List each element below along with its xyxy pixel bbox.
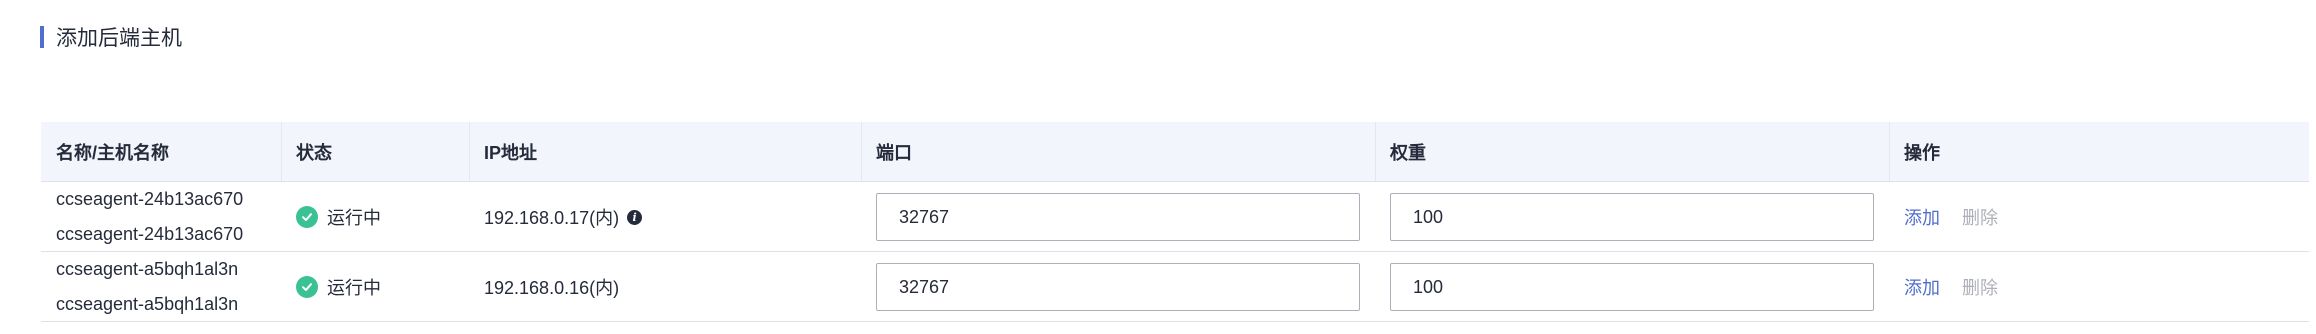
add-button[interactable]: 添加 (1904, 274, 1940, 300)
section-title-text: 添加后端主机 (56, 27, 182, 50)
table-row: ccseagent-24b13ac670 ccseagent-24b13ac67… (41, 182, 2309, 252)
check-circle-icon (296, 206, 318, 228)
port-input[interactable] (876, 263, 1360, 311)
status-text: 运行中 (327, 278, 381, 298)
status-text: 运行中 (327, 208, 381, 228)
status-cell: 运行中 (281, 252, 469, 322)
port-input[interactable] (876, 193, 1360, 241)
section-title: 添加后端主机 (40, 22, 182, 52)
header-action: 操作 (1889, 122, 2309, 181)
table-row: ccseagent-a5bqh1al3n ccseagent-a5bqh1al3… (41, 252, 2309, 322)
info-icon[interactable]: i (627, 209, 643, 225)
name-cell: ccseagent-24b13ac670 ccseagent-24b13ac67… (41, 182, 281, 252)
check-circle-icon (296, 276, 318, 298)
status-cell: 运行中 (281, 182, 469, 252)
host-name: ccseagent-24b13ac670 (56, 189, 244, 209)
ip-cell: 192.168.0.17(内) i (469, 182, 861, 252)
host-name: ccseagent-a5bqh1al3n (56, 259, 239, 279)
backend-host-table: 名称/主机名称 状态 IP地址 端口 权重 操作 ccseagent-24b13… (41, 122, 2309, 322)
header-name: 名称/主机名称 (56, 142, 170, 163)
title-accent-bar (40, 26, 44, 48)
port-cell (861, 182, 1375, 252)
header-ip: IP地址 (469, 122, 861, 181)
weight-input[interactable] (1390, 193, 1874, 241)
host-hostname: ccseagent-a5bqh1al3n (56, 294, 239, 314)
header-status: 状态 (281, 122, 469, 181)
ip-cell: 192.168.0.16(内) (469, 252, 861, 322)
delete-button[interactable]: 删除 (1962, 274, 1998, 300)
host-hostname: ccseagent-24b13ac670 (56, 224, 244, 244)
weight-cell (1375, 182, 1889, 252)
delete-button[interactable]: 删除 (1962, 204, 1998, 230)
action-cell: 添加 删除 (1889, 182, 2309, 252)
header-weight: 权重 (1375, 122, 1889, 181)
table-header: 名称/主机名称 状态 IP地址 端口 权重 操作 (41, 122, 2309, 182)
header-port: 端口 (861, 122, 1375, 181)
name-cell: ccseagent-a5bqh1al3n ccseagent-a5bqh1al3… (41, 252, 281, 322)
weight-cell (1375, 252, 1889, 322)
ip-text: 192.168.0.16(内) (484, 278, 620, 298)
action-cell: 添加 删除 (1889, 252, 2309, 322)
ip-text: 192.168.0.17(内) (484, 208, 620, 228)
weight-input[interactable] (1390, 263, 1874, 311)
port-cell (861, 252, 1375, 322)
add-button[interactable]: 添加 (1904, 204, 1940, 230)
